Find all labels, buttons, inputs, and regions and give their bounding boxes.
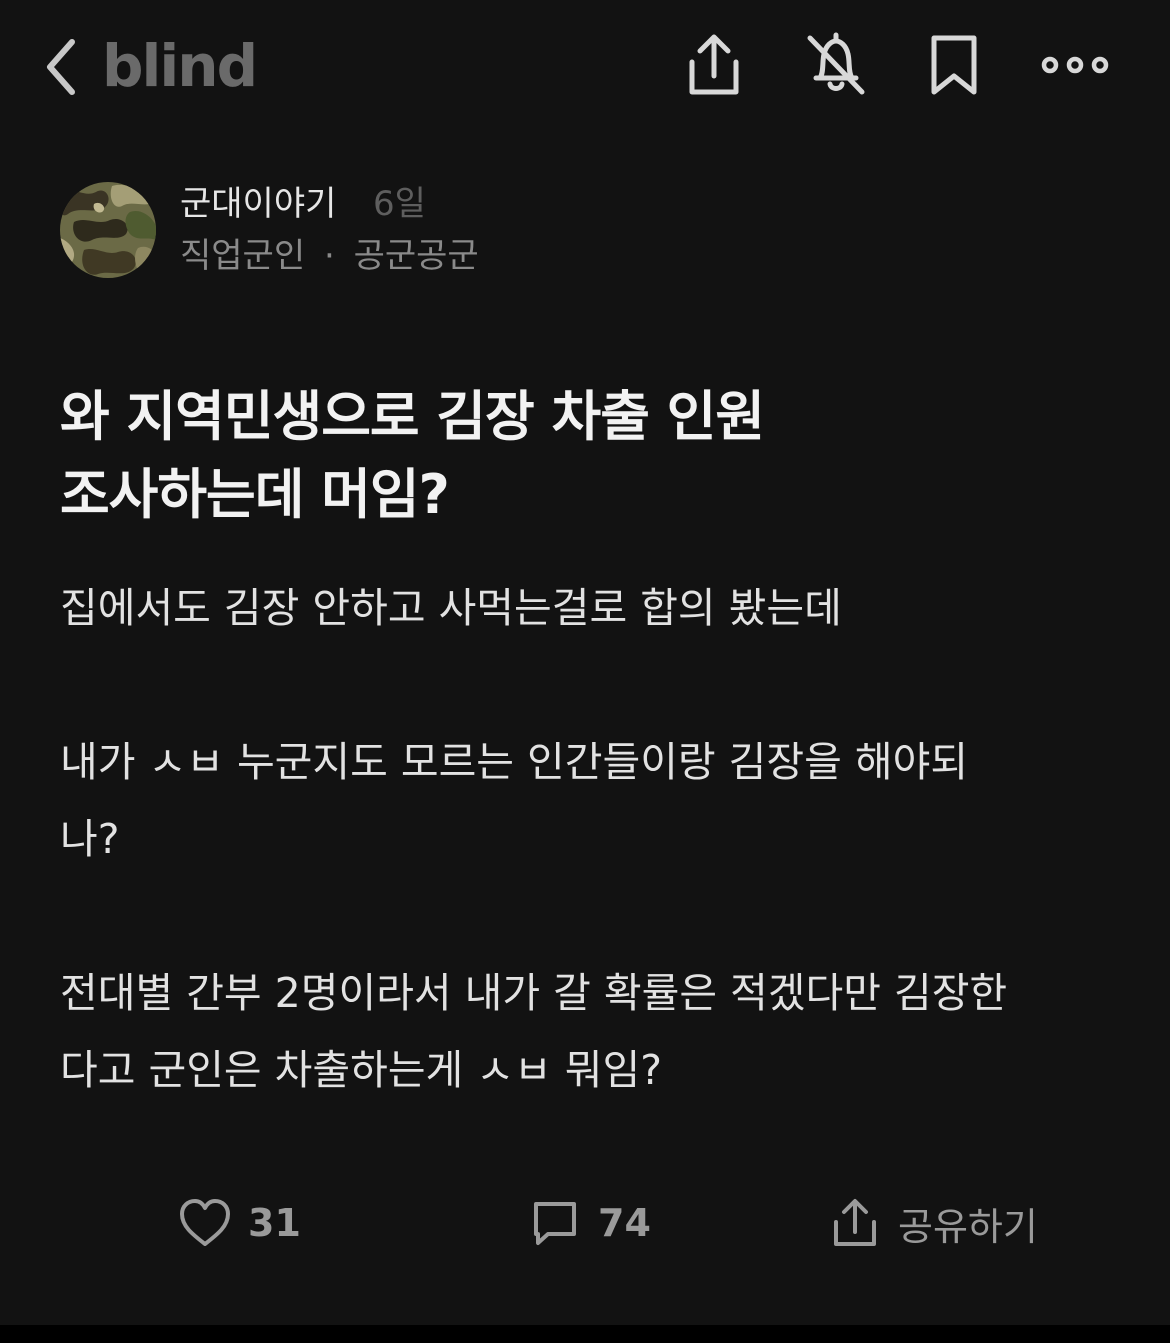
author-name[interactable]: 군대이야기 (180, 182, 336, 226)
paragraph-line: 나? (60, 815, 120, 863)
paragraph-line: 내가 ㅅㅂ 누군지도 모르는 인간들이랑 김장을 해야되 (60, 738, 969, 786)
share-button[interactable] (682, 32, 746, 98)
meta-separator: · (323, 236, 335, 276)
author-affiliation: 직업군인 · 공군공군 (180, 234, 479, 278)
paragraph-line: 전대별 간부 2명이라서 내가 갈 확률은 적겠다만 김장한 (60, 969, 1008, 1017)
post-title-line: 와 지역민생으로 김장 차출 인원 (60, 385, 765, 448)
author-company[interactable]: 공군공군 (354, 236, 479, 276)
notification-toggle-button[interactable] (804, 32, 868, 98)
share-label: 공유하기 (898, 1204, 1038, 1249)
post-actions: 31 74 공유하기 (0, 1188, 1170, 1258)
author-job: 직업군인 (180, 236, 306, 276)
post-paragraph: 내가 ㅅㅂ 누군지도 모르는 인간들이랑 김장을 해야되 나? (60, 724, 1120, 878)
more-options-button[interactable] (1040, 32, 1110, 98)
bookmark-button[interactable] (922, 32, 986, 98)
post-paragraph: 집에서도 김장 안하고 사먹는걸로 합의 봤는데 (60, 570, 1120, 647)
paragraph-line: 다고 군인은 차출하는게 ㅅㅂ 뭐임? (60, 1046, 662, 1094)
post-title-line: 조사하는데 머임? (60, 463, 450, 526)
top-bar: blind (0, 0, 1170, 130)
more-icon (1041, 56, 1109, 74)
bell-off-icon (807, 32, 865, 95)
author-info: 군대이야기 6일 직업군인 · 공군공군 (60, 180, 760, 280)
heart-icon (180, 1199, 230, 1246)
paragraph-line: 집에서도 김장 안하고 사먹는걸로 합의 봤는데 (60, 584, 842, 632)
comment-count: 74 (598, 1201, 651, 1245)
share-post-button[interactable]: 공유하기 (828, 1188, 1038, 1258)
like-count: 31 (248, 1201, 301, 1245)
chevron-left-icon (47, 39, 75, 95)
post-screen: blind 군대이야기 6일 직업군인 · 공군공군 와 지역민생으로 김장 차… (0, 0, 1170, 1325)
post-body: 집에서도 김장 안하고 사먹는걸로 합의 봤는데 내가 ㅅㅂ 누군지도 모르는 … (60, 570, 1120, 1109)
app-logo[interactable]: blind (102, 28, 258, 104)
like-button[interactable]: 31 (178, 1188, 301, 1258)
avatar[interactable] (60, 182, 156, 278)
comment-icon (534, 1202, 576, 1245)
post-time: 6일 (373, 184, 426, 224)
post-title: 와 지역민생으로 김장 차출 인원 조사하는데 머임? (60, 378, 1120, 534)
camouflage-avatar-icon (60, 182, 156, 278)
post-paragraph: 전대별 간부 2명이라서 내가 갈 확률은 적겠다만 김장한 다고 군인은 차출… (60, 955, 1120, 1109)
comment-button[interactable]: 74 (528, 1188, 651, 1258)
bookmark-icon (931, 35, 977, 95)
back-button[interactable] (40, 36, 88, 98)
share-icon (834, 1199, 876, 1246)
share-icon (689, 34, 739, 95)
